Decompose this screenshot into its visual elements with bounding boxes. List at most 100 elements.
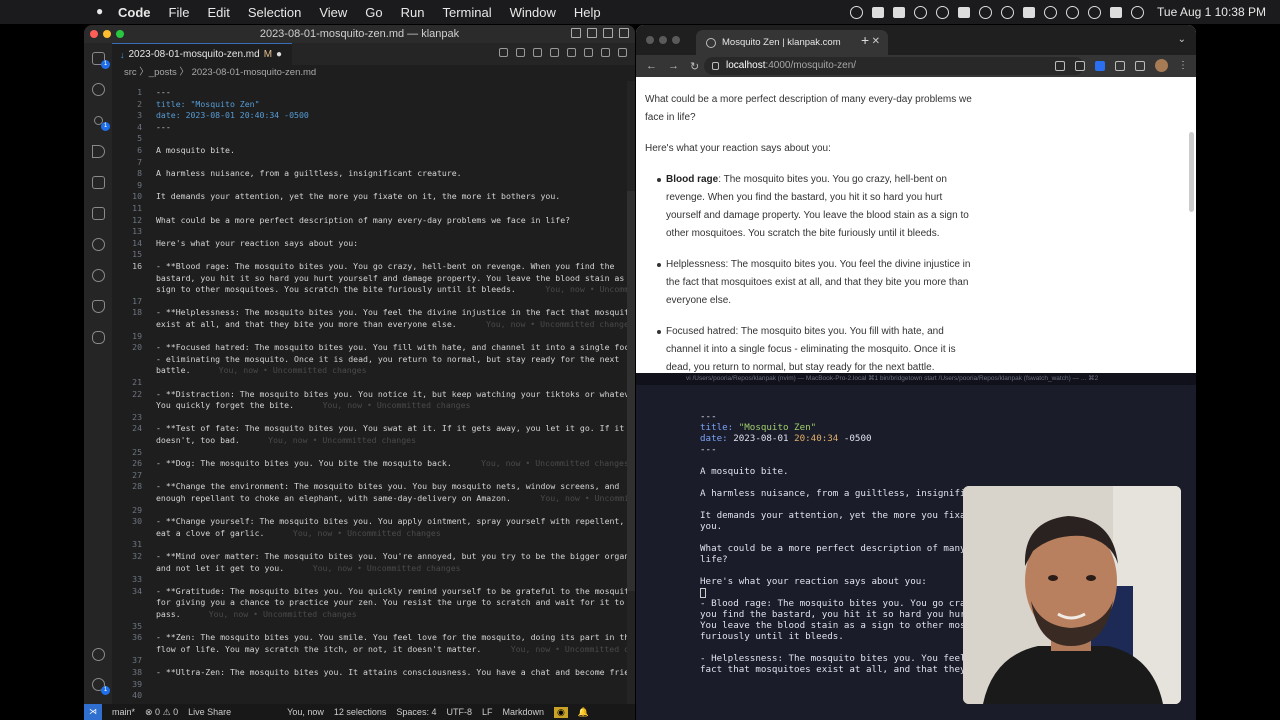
status-spaces[interactable]: Spaces: 4: [396, 707, 436, 717]
preview-icon[interactable]: [516, 48, 525, 57]
new-tab-icon[interactable]: +: [861, 32, 869, 48]
unsaved-dot-icon[interactable]: ●: [276, 49, 282, 60]
code-line[interactable]: 37: [112, 655, 635, 667]
code-line[interactable]: 17: [112, 296, 635, 308]
code-line[interactable]: for giving you a chance to practice your…: [112, 597, 635, 609]
volume-icon[interactable]: [1023, 6, 1036, 18]
run-debug-icon[interactable]: [84, 136, 112, 167]
control-center-icon[interactable]: [1110, 6, 1123, 18]
code-line[interactable]: 40: [112, 690, 635, 702]
status-branch[interactable]: main*: [112, 707, 135, 717]
code-line[interactable]: 27: [112, 470, 635, 482]
zoom-window-icon[interactable]: [116, 30, 124, 38]
menu-terminal[interactable]: Terminal: [443, 5, 492, 20]
code-line[interactable]: 22 - **Distraction: The mosquito bites yo…: [112, 389, 635, 401]
copilot-status-icon[interactable]: ◉: [553, 706, 568, 718]
search-icon[interactable]: [1088, 5, 1102, 19]
tab-search-chevron-icon[interactable]: ⌄: [1178, 34, 1186, 45]
code-line[interactable]: flow of life. You may scratch the itch, …: [112, 644, 635, 656]
hub-icon[interactable]: [936, 5, 950, 19]
open-changes-icon[interactable]: [584, 48, 593, 57]
side-panel-icon[interactable]: [1135, 60, 1145, 71]
code-line[interactable]: 7: [112, 157, 635, 169]
live-share-icon[interactable]: [84, 260, 112, 291]
code-line[interactable]: 32 - **Mind over matter: The mosquito bit…: [112, 551, 635, 563]
code-line[interactable]: bastard, you hit it so hard you hurt you…: [112, 273, 635, 285]
record-icon[interactable]: [850, 5, 864, 19]
siri-icon[interactable]: [1131, 5, 1145, 19]
code-line[interactable]: 3 date: 2023-08-01 20:40:34 -0500: [112, 110, 635, 122]
code-line[interactable]: 35: [112, 621, 635, 633]
code-line[interactable]: 5: [112, 133, 635, 145]
code-line[interactable]: 30 - **Change yourself: The mosquito bite…: [112, 516, 635, 528]
docker-icon[interactable]: [84, 291, 112, 322]
bluetooth-icon[interactable]: [1044, 5, 1058, 19]
customize-layout-icon[interactable]: [619, 28, 629, 38]
remote-icon[interactable]: ⋊: [84, 704, 102, 720]
code-line[interactable]: exist at all, and that they bite you mor…: [112, 319, 635, 331]
code-line[interactable]: 2 title: "Mosquito Zen": [112, 99, 635, 111]
breadcrumb[interactable]: src 〉_posts 〉 2023-08-01-mosquito-zen.md: [124, 66, 316, 80]
menu-help[interactable]: Help: [574, 5, 601, 20]
wifi-icon[interactable]: [1066, 5, 1080, 19]
code-line[interactable]: 13: [112, 226, 635, 238]
code-line[interactable]: eat a clove of garlic. You, now • Uncommi…: [112, 528, 635, 540]
code-line[interactable]: 21: [112, 377, 635, 389]
address-bar[interactable]: localhost:4000/mosquito-zen/: [704, 57, 1084, 75]
browser-tab-active[interactable]: Mosquito Zen | klanpak.com ✕: [696, 30, 888, 55]
close-window-icon[interactable]: [646, 36, 654, 44]
play-icon[interactable]: [1001, 5, 1015, 19]
editor-scroll-thumb[interactable]: [627, 191, 635, 591]
status-eol[interactable]: LF: [482, 707, 493, 717]
menu-file[interactable]: File: [169, 5, 190, 20]
code-line[interactable]: 15: [112, 249, 635, 261]
menu-run[interactable]: Run: [401, 5, 425, 20]
code-line[interactable]: 34 - **Gratitude: The mosquito bites you.…: [112, 586, 635, 598]
status-live-share[interactable]: Live Share: [188, 707, 231, 717]
code-line[interactable]: sign to other mosquitoes. You scratch th…: [112, 284, 635, 296]
code-editor[interactable]: 1 --- 2 title: "Mosquito Zen" 3 date: 2023-08…: [112, 81, 635, 712]
profile-avatar[interactable]: [1155, 59, 1168, 72]
code-line[interactable]: 23: [112, 412, 635, 424]
reload-icon[interactable]: ↻: [690, 60, 702, 73]
code-line[interactable]: 16 - **Blood rage: The mosquito bites you…: [112, 261, 635, 273]
timeline-icon[interactable]: [550, 48, 559, 57]
code-line[interactable]: 39: [112, 679, 635, 691]
code-line[interactable]: 10 It demands your attention, yet the mor…: [112, 191, 635, 203]
toggle-secondary-sidebar-icon[interactable]: [603, 28, 613, 38]
source-control-icon[interactable]: 1: [84, 105, 112, 136]
split-editor-icon[interactable]: [601, 48, 610, 57]
go-forward-icon[interactable]: [567, 48, 576, 57]
battery-icon[interactable]: [979, 5, 993, 19]
code-line[interactable]: doesn't, too bad. You, now • Uncommitted …: [112, 435, 635, 447]
close-tab-icon[interactable]: ✕: [872, 36, 880, 47]
status-language[interactable]: Markdown: [502, 707, 544, 717]
code-line[interactable]: 6 A mosquito bite.: [112, 145, 635, 157]
code-line[interactable]: 9: [112, 180, 635, 192]
status-blame[interactable]: You, now: [287, 707, 324, 717]
code-line[interactable]: 4 ---: [112, 122, 635, 134]
forward-icon[interactable]: →: [668, 60, 680, 72]
notifications-icon[interactable]: 🔔: [578, 707, 589, 718]
share-icon[interactable]: [1055, 60, 1065, 71]
code-line[interactable]: 8 A harmless nuisance, from a guiltless, …: [112, 168, 635, 180]
page-scrollbar[interactable]: [1189, 132, 1194, 212]
code-line[interactable]: 38 - **Ultra-Zen: The mosquito bites you.…: [112, 667, 635, 679]
menu-edit[interactable]: Edit: [207, 5, 229, 20]
code-line[interactable]: 20 - **Focused hatred: The mosquito bites…: [112, 342, 635, 354]
menu-view[interactable]: View: [319, 5, 347, 20]
toggle-panel-icon[interactable]: [587, 28, 597, 38]
code-line[interactable]: 11: [112, 203, 635, 215]
code-line[interactable]: - eliminating the mosquito. Once it is d…: [112, 354, 635, 366]
editor-scrollbar[interactable]: [627, 81, 635, 704]
code-line[interactable]: enough repellant to choke an elephant, w…: [112, 493, 635, 505]
code-line[interactable]: 26 - **Dog: The mosquito bites you. You b…: [112, 458, 635, 470]
menu-window[interactable]: Window: [510, 5, 556, 20]
go-back-icon[interactable]: [533, 48, 542, 57]
menu-kebab-icon[interactable]: ⋮: [1178, 60, 1188, 71]
code-line[interactable]: 29: [112, 505, 635, 517]
extensions-icon[interactable]: [84, 167, 112, 198]
accounts-icon[interactable]: [84, 639, 112, 670]
code-line[interactable]: 28 - **Change the environment: The mosqui…: [112, 481, 635, 493]
menu-clock[interactable]: Tue Aug 1 10:38 PM: [1157, 5, 1266, 19]
